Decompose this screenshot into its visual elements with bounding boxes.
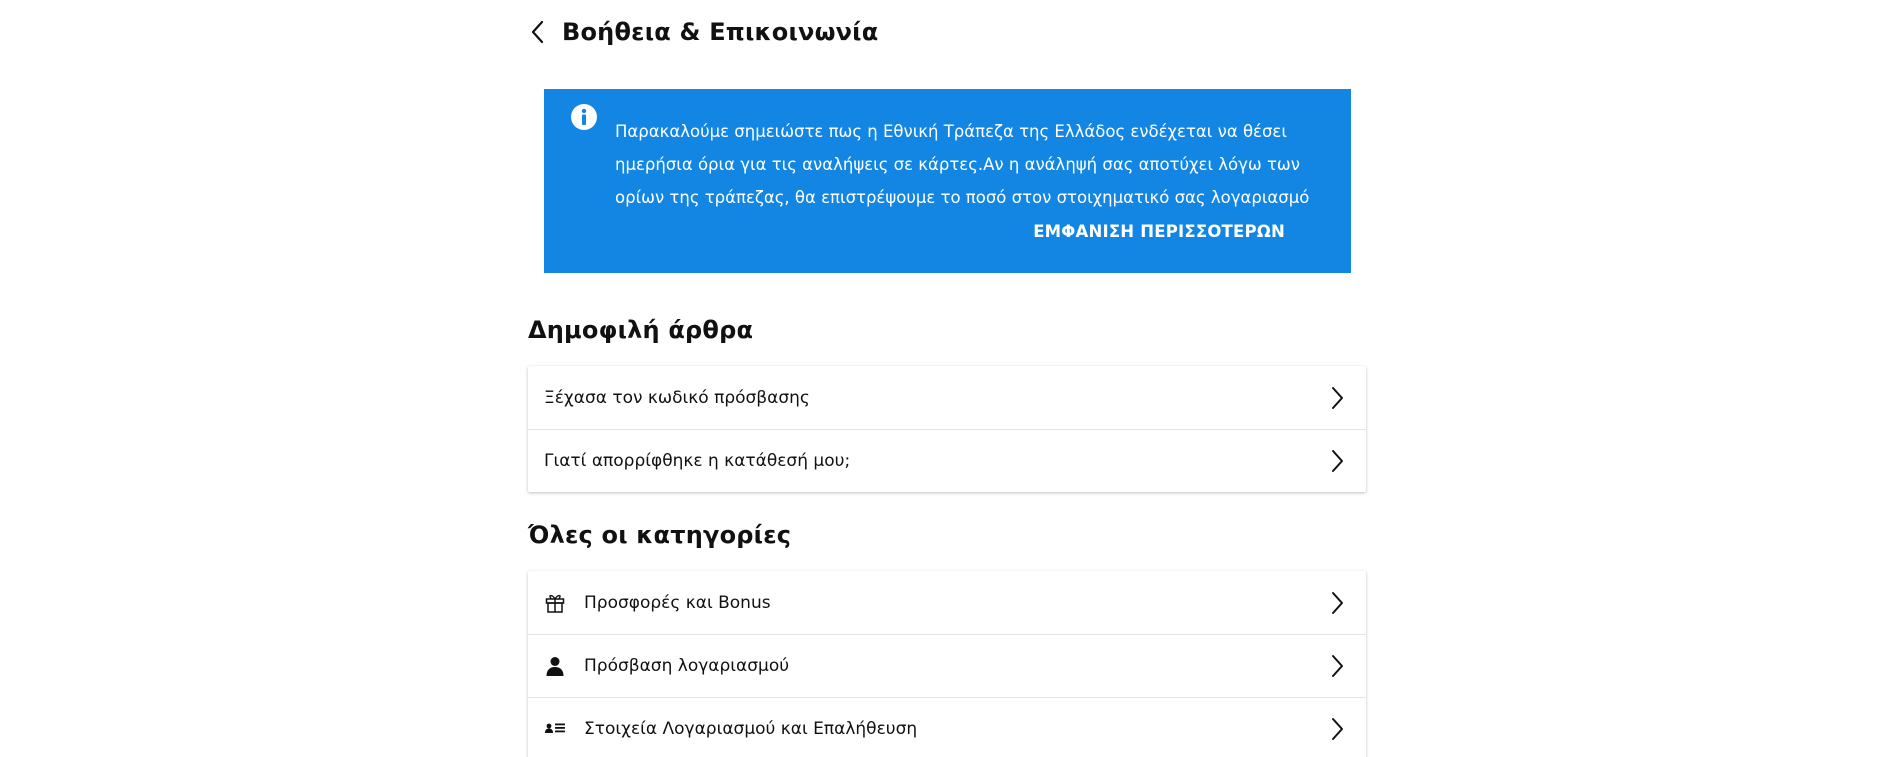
- user-icon: [544, 655, 566, 677]
- page-title: Βοήθεια & Επικοινωνία: [562, 18, 879, 46]
- category-label: Προσφορές και Bonus: [584, 592, 771, 613]
- chevron-right-icon: [1332, 718, 1343, 740]
- categories-title: Όλες οι κατηγορίες: [528, 521, 792, 549]
- info-icon: [571, 104, 597, 130]
- show-more-button[interactable]: ΕΜΦΑΝΙΣΗ ΠΕΡΙΣΣΟΤΕΡΩΝ: [1033, 222, 1285, 241]
- help-page: Βοήθεια & Επικοινωνία Παρακαλούμε σημειώ…: [0, 0, 1882, 757]
- chevron-right-icon: [1332, 386, 1343, 409]
- chevron-right-icon: [1332, 655, 1343, 677]
- popular-article-item[interactable]: Γιατί απορρίφθηκε η κατάθεσή μου;: [528, 429, 1366, 492]
- chevron-left-icon: [531, 20, 544, 44]
- category-label: Πρόσβαση λογαριασμού: [584, 656, 790, 676]
- id-card-list-icon: [544, 718, 566, 740]
- gift-icon: [544, 592, 566, 614]
- page-header: Βοήθεια & Επικοινωνία: [528, 14, 878, 50]
- category-item-account-verification[interactable]: Στοιχεία Λογαριασμού και Επαλήθευση: [528, 697, 1366, 757]
- article-label: Γιατί απορρίφθηκε η κατάθεσή μου;: [544, 451, 851, 471]
- category-item-account-access[interactable]: Πρόσβαση λογαριασμού: [528, 634, 1366, 697]
- info-banner: Παρακαλούμε σημειώστε πως η Εθνική Τράπε…: [544, 89, 1351, 273]
- category-item-promotions[interactable]: Προσφορές και Bonus: [528, 571, 1366, 634]
- popular-article-item[interactable]: Ξέχασα τον κωδικό πρόσβασης: [528, 366, 1366, 429]
- popular-articles-list: Ξέχασα τον κωδικό πρόσβασης Γιατί απορρί…: [528, 366, 1366, 492]
- chevron-right-icon: [1332, 591, 1343, 614]
- article-label: Ξέχασα τον κωδικό πρόσβασης: [544, 387, 810, 408]
- categories-list: Προσφορές και Bonus Πρόσβαση λογαριασμού: [528, 571, 1366, 757]
- chevron-right-icon: [1332, 450, 1343, 472]
- back-button[interactable]: [528, 16, 548, 48]
- notice-text: Παρακαλούμε σημειώστε πως η Εθνική Τράπε…: [615, 122, 1310, 207]
- popular-articles-title: Δημοφιλή άρθρα: [528, 316, 754, 344]
- category-label: Στοιχεία Λογαριασμού και Επαλήθευση: [584, 719, 918, 739]
